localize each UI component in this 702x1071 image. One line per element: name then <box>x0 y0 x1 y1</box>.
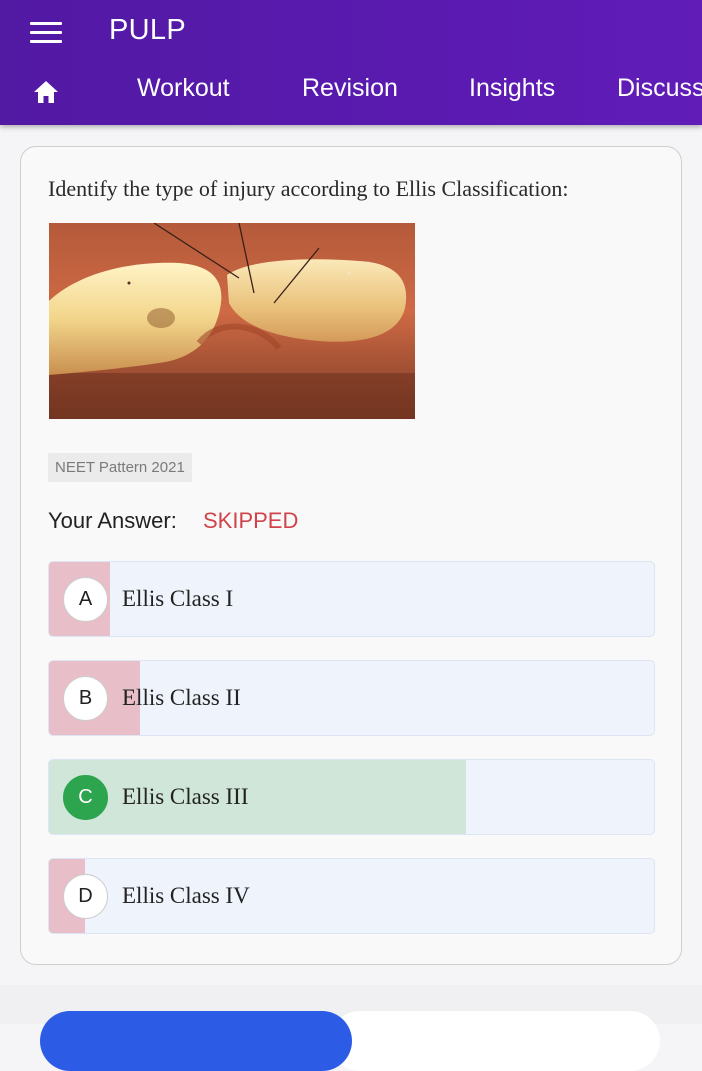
your-answer-label: Your Answer: <box>48 508 177 533</box>
option-d[interactable]: D Ellis Class IV <box>48 858 655 934</box>
tab-discuss[interactable]: Discuss <box>617 74 702 103</box>
option-a[interactable]: A Ellis Class I <box>48 561 655 637</box>
home-icon[interactable] <box>33 80 59 104</box>
secondary-action-button[interactable] <box>330 1011 660 1071</box>
bottom-action-bar <box>0 985 702 1071</box>
option-letter-badge: A <box>63 577 108 622</box>
question-card: Identify the type of injury according to… <box>20 146 682 965</box>
app-bar: PULP Workout Revision Insights Discuss <box>0 0 702 125</box>
tab-workout[interactable]: Workout <box>137 74 230 103</box>
option-c[interactable]: C Ellis Class III <box>48 759 655 835</box>
option-text: Ellis Class IV <box>122 883 250 908</box>
option-text: Ellis Class II <box>122 685 241 710</box>
question-text: Identify the type of injury according to… <box>48 176 569 201</box>
tab-insights[interactable]: Insights <box>469 74 555 103</box>
app-title: PULP <box>109 14 186 46</box>
tab-revision[interactable]: Revision <box>302 74 398 103</box>
option-text: Ellis Class III <box>122 784 249 809</box>
option-text: Ellis Class I <box>122 586 234 611</box>
option-letter-badge: D <box>63 874 108 919</box>
option-letter-badge: B <box>63 676 108 721</box>
hamburger-menu-icon[interactable] <box>30 22 62 44</box>
exam-pattern-tag: NEET Pattern 2021 <box>48 453 192 482</box>
option-response-bar <box>49 760 467 834</box>
answer-status: SKIPPED <box>203 508 299 533</box>
question-image <box>49 223 415 419</box>
primary-action-button[interactable] <box>40 1011 352 1071</box>
option-letter-badge: C <box>63 775 108 820</box>
option-b[interactable]: B Ellis Class II <box>48 660 655 736</box>
